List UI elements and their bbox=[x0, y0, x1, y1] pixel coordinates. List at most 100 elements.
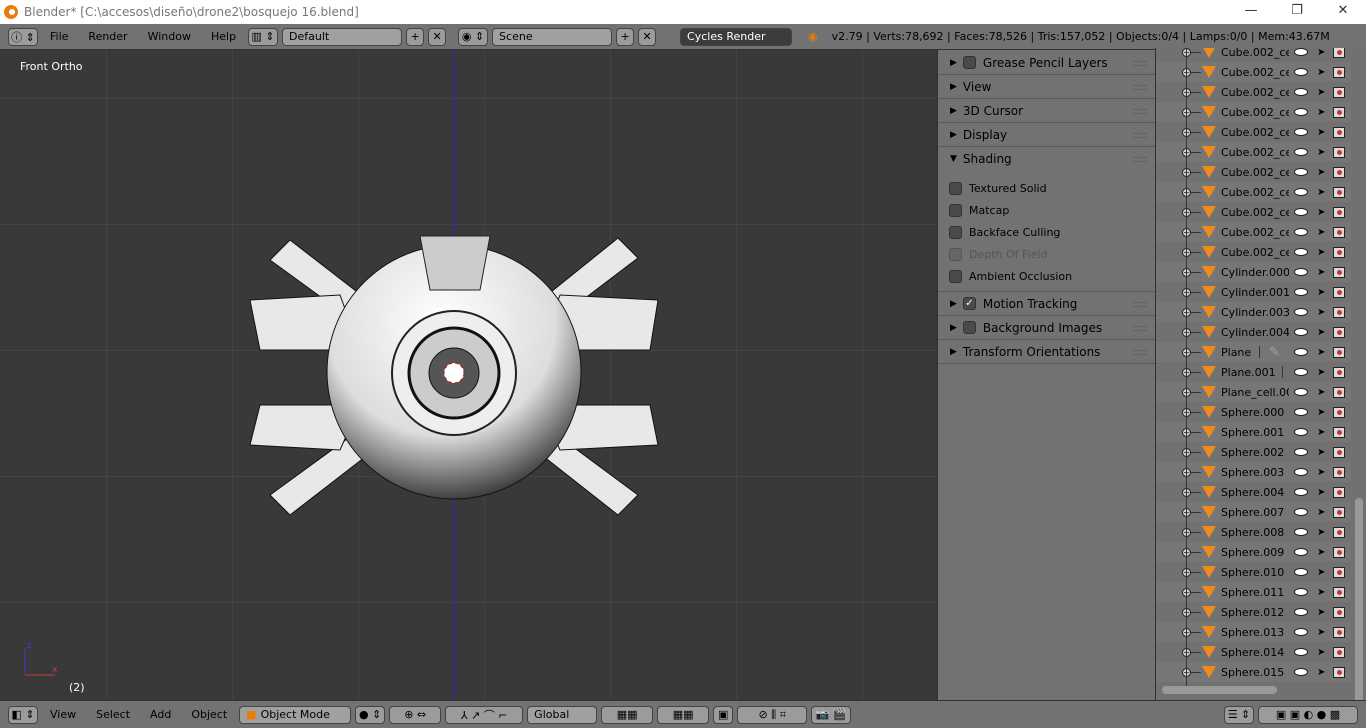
render-camera-icon[interactable] bbox=[1333, 666, 1345, 678]
panel-view[interactable]: ▶ View bbox=[938, 75, 1155, 99]
object-name[interactable]: Sphere.011 bbox=[1221, 586, 1289, 599]
eye-icon[interactable] bbox=[1294, 128, 1308, 136]
select-cursor-icon[interactable]: ➤ bbox=[1317, 267, 1325, 278]
menu-object[interactable]: Object bbox=[183, 708, 235, 721]
render-camera-icon[interactable] bbox=[1333, 406, 1345, 418]
eye-icon[interactable] bbox=[1294, 228, 1308, 236]
render-camera-icon[interactable] bbox=[1333, 286, 1345, 298]
manipulator-icons[interactable]: ⅄ ↗ ⌒ ⌐ bbox=[445, 705, 524, 724]
render-camera-icon[interactable] bbox=[1333, 466, 1345, 478]
eye-icon[interactable] bbox=[1294, 628, 1308, 636]
render-camera-icon[interactable] bbox=[1333, 486, 1345, 498]
drag-handle[interactable] bbox=[1133, 157, 1147, 162]
eye-icon[interactable] bbox=[1294, 188, 1308, 196]
object-name[interactable]: Cube.002_cel bbox=[1221, 126, 1289, 139]
menu-add[interactable]: Add bbox=[142, 708, 179, 721]
menu-select[interactable]: Select bbox=[88, 708, 138, 721]
render-camera-icon[interactable] bbox=[1333, 526, 1345, 538]
select-cursor-icon[interactable]: ➤ bbox=[1317, 367, 1325, 378]
pivot-point-icon[interactable]: ⊕ ⇔ bbox=[389, 705, 442, 724]
object-name[interactable]: Cylinder.003 bbox=[1221, 306, 1289, 319]
object-name[interactable]: Cube.002_cel bbox=[1221, 246, 1289, 259]
drag-handle[interactable] bbox=[1133, 133, 1147, 138]
select-cursor-icon[interactable]: ➤ bbox=[1317, 647, 1325, 658]
object-name[interactable]: Sphere.000 bbox=[1221, 406, 1289, 419]
render-camera-icon[interactable] bbox=[1333, 446, 1345, 458]
object-name[interactable]: Sphere.010 bbox=[1221, 566, 1289, 579]
layers-grid-2-icon[interactable]: ▦▦ bbox=[657, 705, 710, 724]
render-camera-icon[interactable] bbox=[1333, 86, 1345, 98]
select-cursor-icon[interactable]: ➤ bbox=[1317, 447, 1325, 458]
eye-icon[interactable] bbox=[1294, 48, 1308, 56]
checkbox[interactable] bbox=[949, 269, 962, 283]
checkbox[interactable] bbox=[962, 56, 976, 69]
checkbox[interactable] bbox=[949, 181, 962, 195]
screen-layout-icon[interactable]: ▥ ⇕ bbox=[248, 27, 279, 46]
object-name[interactable]: Sphere.007 bbox=[1221, 506, 1289, 519]
eye-icon[interactable] bbox=[1294, 288, 1308, 296]
select-cursor-icon[interactable]: ➤ bbox=[1317, 347, 1325, 358]
select-cursor-icon[interactable]: ➤ bbox=[1317, 667, 1325, 678]
eye-icon[interactable] bbox=[1294, 488, 1308, 496]
remove-scene-icon[interactable]: ✕ bbox=[638, 27, 657, 46]
render-camera-icon[interactable] bbox=[1333, 546, 1345, 558]
select-cursor-icon[interactable]: ➤ bbox=[1317, 427, 1325, 438]
eye-icon[interactable] bbox=[1294, 68, 1308, 76]
scene-field[interactable]: Scene bbox=[492, 27, 613, 46]
eye-icon[interactable] bbox=[1294, 248, 1308, 256]
select-cursor-icon[interactable]: ➤ bbox=[1317, 547, 1325, 558]
option-matcap[interactable]: Matcap bbox=[938, 199, 1155, 221]
outliner-horizontal-scrollbar[interactable] bbox=[1162, 686, 1277, 694]
select-cursor-icon[interactable]: ➤ bbox=[1317, 607, 1325, 618]
object-name[interactable]: Cube.002_cel bbox=[1221, 206, 1289, 219]
3d-viewport[interactable]: Front Ortho z x (2) bbox=[0, 50, 937, 700]
pencil-icon[interactable]: ✎ bbox=[1269, 345, 1280, 360]
panel-shading[interactable]: ▼ Shading bbox=[938, 147, 1155, 171]
minimize-button[interactable]: — bbox=[1228, 0, 1274, 24]
eye-icon[interactable] bbox=[1294, 568, 1308, 576]
object-name[interactable]: Sphere.013 bbox=[1221, 626, 1289, 639]
drag-handle[interactable] bbox=[1133, 350, 1147, 355]
select-cursor-icon[interactable]: ➤ bbox=[1317, 567, 1325, 578]
select-cursor-icon[interactable]: ➤ bbox=[1317, 127, 1325, 138]
render-camera-icon[interactable] bbox=[1333, 306, 1345, 318]
panel-display[interactable]: ▶ Display bbox=[938, 123, 1155, 147]
add-scene-icon[interactable]: + bbox=[616, 27, 635, 46]
object-name[interactable]: Sphere.001 bbox=[1221, 426, 1289, 439]
close-button[interactable]: ✕ bbox=[1320, 0, 1366, 24]
option-ambient-occlusion[interactable]: Ambient Occlusion bbox=[938, 265, 1155, 287]
object-name[interactable]: Sphere.004 bbox=[1221, 486, 1289, 499]
object-name[interactable]: Cube.002_cel bbox=[1221, 48, 1289, 59]
object-name[interactable]: Sphere.015 bbox=[1221, 666, 1289, 679]
object-name[interactable]: Sphere.002 bbox=[1221, 446, 1289, 459]
render-camera-icon[interactable] bbox=[1333, 226, 1345, 238]
eye-icon[interactable] bbox=[1294, 208, 1308, 216]
eye-icon[interactable] bbox=[1294, 328, 1308, 336]
menu-view[interactable]: View bbox=[42, 708, 84, 721]
outliner-vertical-scrollbar[interactable] bbox=[1355, 498, 1363, 700]
render-camera-icon[interactable] bbox=[1333, 246, 1345, 258]
eye-icon[interactable] bbox=[1294, 148, 1308, 156]
render-camera-icon[interactable] bbox=[1333, 366, 1345, 378]
eye-icon[interactable] bbox=[1294, 168, 1308, 176]
scene-icon[interactable]: ◉ ⇕ bbox=[458, 27, 489, 46]
select-cursor-icon[interactable]: ➤ bbox=[1317, 467, 1325, 478]
eye-icon[interactable] bbox=[1294, 468, 1308, 476]
eye-icon[interactable] bbox=[1294, 308, 1308, 316]
render-camera-icon[interactable] bbox=[1333, 106, 1345, 118]
panel-motion-tracking[interactable]: ▶ ✓ Motion Tracking bbox=[938, 292, 1155, 316]
select-cursor-icon[interactable]: ➤ bbox=[1317, 48, 1325, 58]
option-textured-solid[interactable]: Textured Solid bbox=[938, 177, 1155, 199]
object-name[interactable]: Sphere.012 bbox=[1221, 606, 1289, 619]
maximize-button[interactable]: ❐ bbox=[1274, 0, 1320, 24]
select-cursor-icon[interactable]: ➤ bbox=[1317, 527, 1325, 538]
panel-background-images[interactable]: ▶ Background Images bbox=[938, 316, 1155, 340]
object-name[interactable]: Plane.001 bbox=[1221, 366, 1289, 379]
menu-render[interactable]: Render bbox=[80, 30, 135, 43]
eye-icon[interactable] bbox=[1294, 588, 1308, 596]
menu-window[interactable]: Window bbox=[140, 30, 199, 43]
select-cursor-icon[interactable]: ➤ bbox=[1317, 307, 1325, 318]
render-camera-icon[interactable] bbox=[1333, 126, 1345, 138]
object-name[interactable]: Sphere.003 bbox=[1221, 466, 1289, 479]
render-camera-icon[interactable] bbox=[1333, 506, 1345, 518]
